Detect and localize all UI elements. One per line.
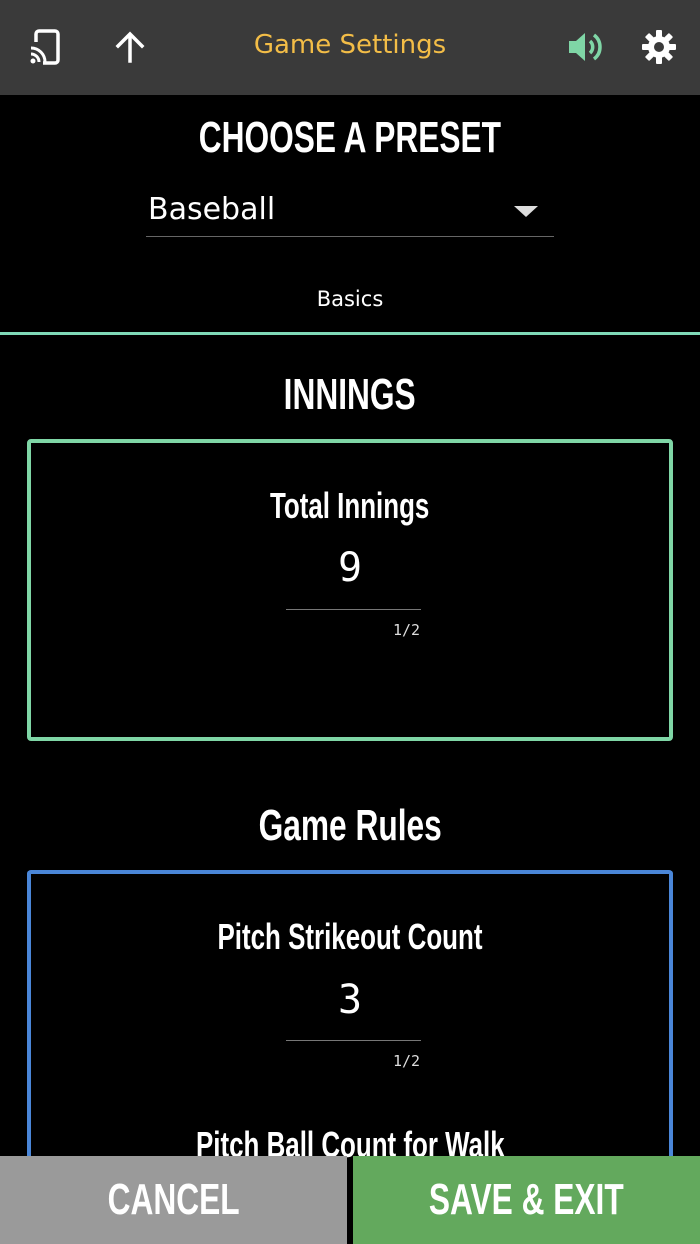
pitch-strikeout-hint: 1/2: [393, 1052, 421, 1070]
total-innings-input[interactable]: 9: [31, 545, 669, 591]
pitch-strikeout-label: Pitch Strikeout Count: [217, 916, 483, 957]
save-exit-button[interactable]: SAVE & EXIT: [353, 1156, 700, 1244]
preset-heading: CHOOSE A PRESET: [198, 113, 502, 162]
preset-selected-value: Baseball: [148, 192, 276, 227]
game-rules-heading: Game Rules: [258, 801, 442, 850]
pitch-strikeout-input[interactable]: 3: [31, 977, 669, 1023]
total-innings-hint: 1/2: [393, 621, 421, 639]
innings-heading: INNINGS: [283, 370, 417, 419]
tab-basics[interactable]: Basics: [0, 287, 700, 311]
tab-active-indicator: [0, 332, 700, 335]
caret-down-icon: [514, 206, 538, 217]
innings-card: Total Innings 9 1/2: [27, 439, 673, 741]
total-innings-underline: [286, 609, 421, 610]
total-innings-label: Total Innings: [270, 485, 430, 526]
tab-basics-label: Basics: [316, 287, 384, 311]
volume-icon[interactable]: [562, 24, 608, 70]
gear-icon[interactable]: [636, 24, 682, 70]
pitch-strikeout-underline: [286, 1040, 421, 1041]
game-rules-card: Pitch Strikeout Count 3 1/2 Pitch Ball C…: [27, 870, 673, 1170]
top-bar: Game Settings: [0, 0, 700, 95]
preset-dropdown[interactable]: Baseball: [146, 186, 554, 237]
cancel-button[interactable]: CANCEL: [0, 1156, 347, 1244]
